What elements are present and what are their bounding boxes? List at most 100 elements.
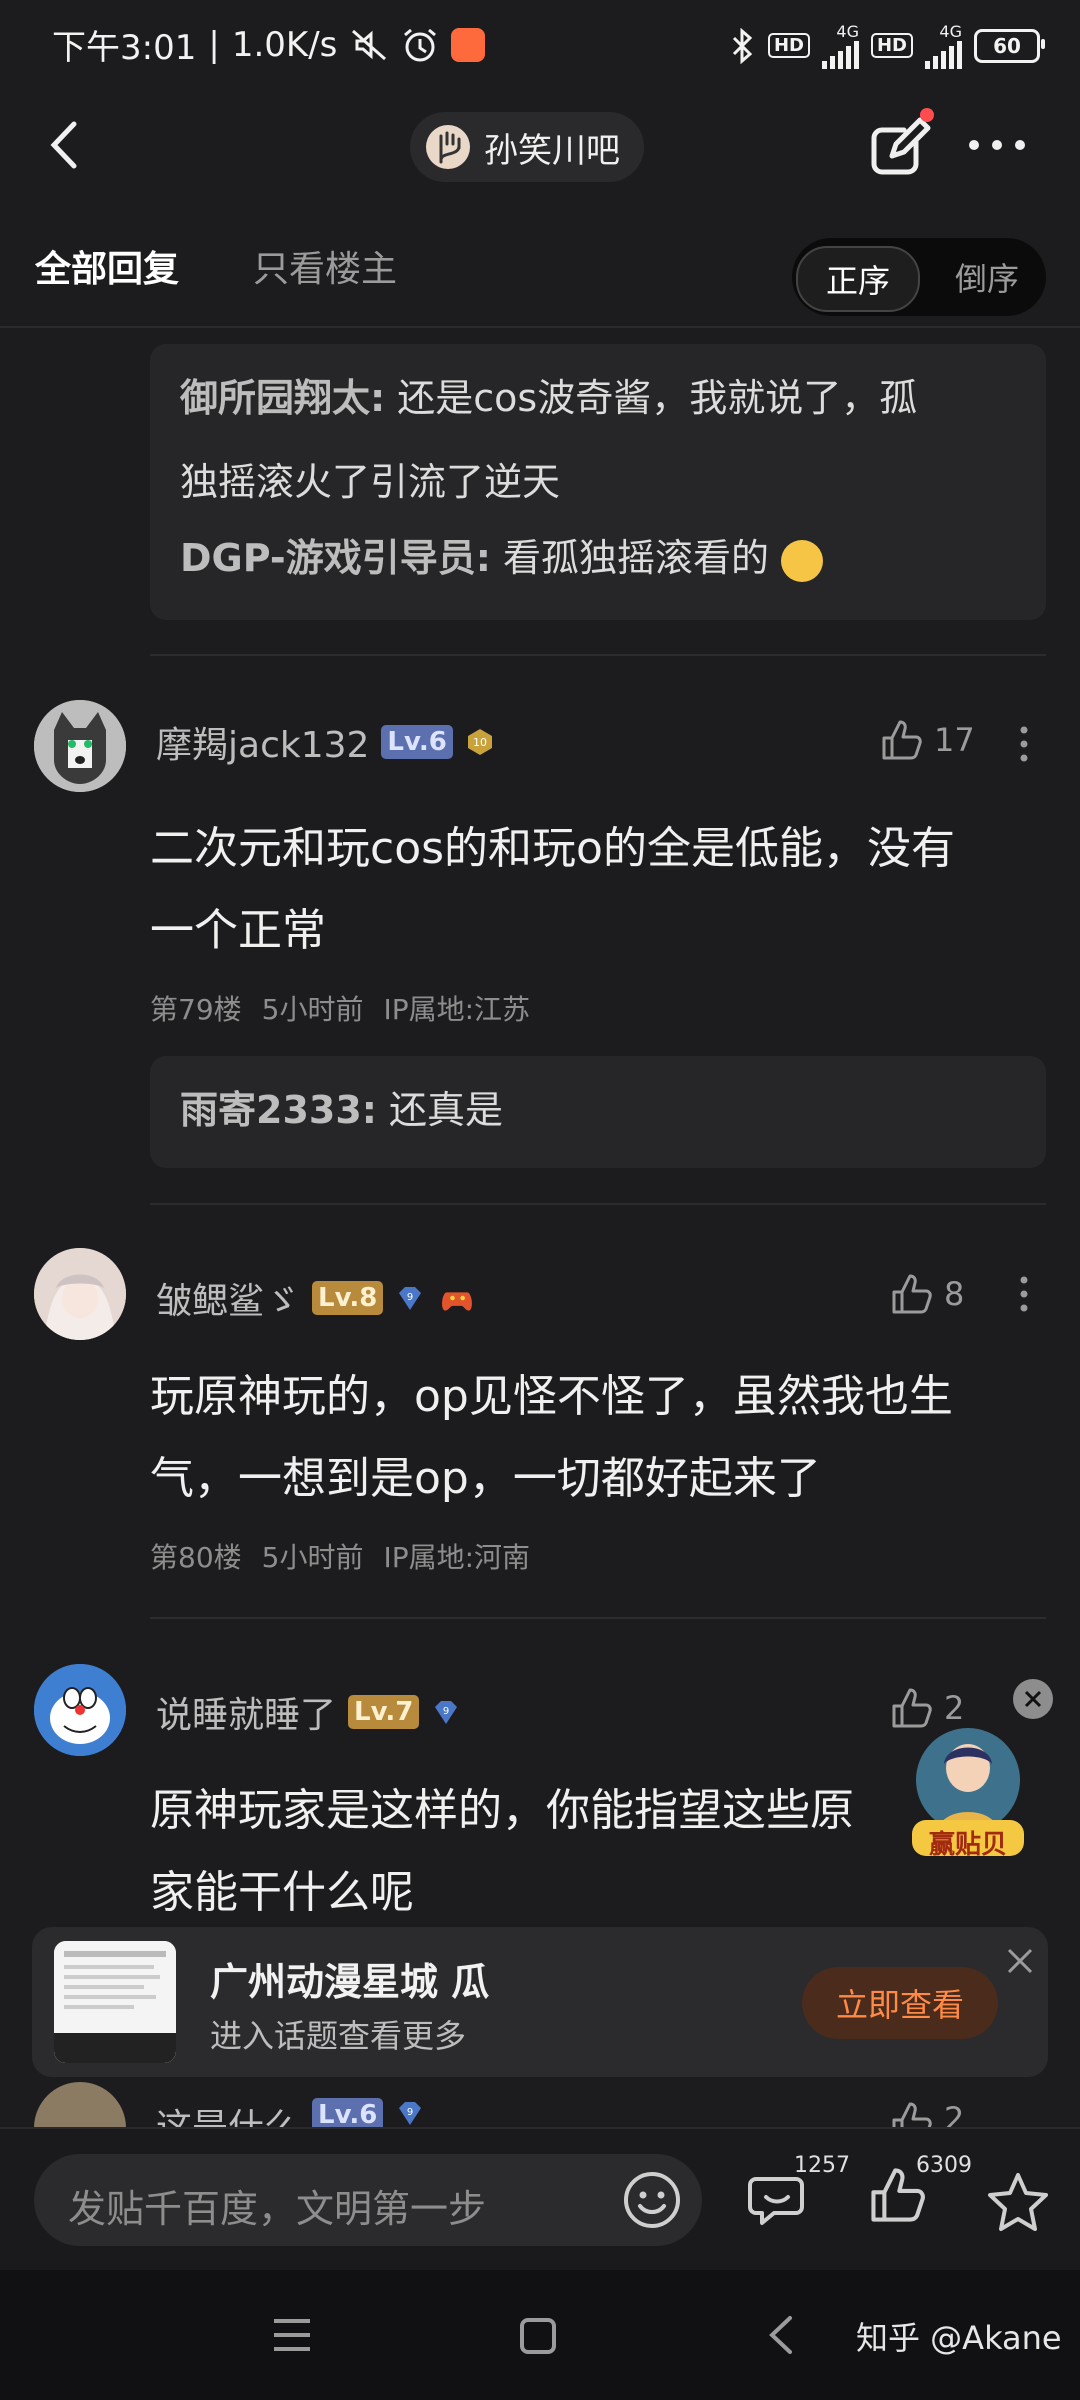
post-more-icon[interactable] xyxy=(1018,1274,1030,1314)
bottom-bar: 发贴千百度，文明第一步 1257 6309 xyxy=(0,2127,1080,2272)
level-badge: Lv.6 xyxy=(381,725,453,759)
post-meta: 第79楼 5小时前 IP属地:江苏 xyxy=(150,988,530,1028)
post-divider xyxy=(150,1617,1046,1619)
promo-close-button[interactable] xyxy=(1013,1679,1053,1719)
tab-op-only[interactable]: 只看楼主 xyxy=(253,240,397,292)
post-content[interactable]: 二次元和玩cos的和玩o的全是低能，没有 一个正常 xyxy=(150,808,955,972)
ip-location: IP属地:江苏 xyxy=(383,993,531,1026)
post-time: 5小时前 xyxy=(261,1541,364,1574)
sub-replies-box[interactable]: 雨寄2333: 还真是 xyxy=(150,1056,1046,1168)
order-descending[interactable]: 倒序 xyxy=(932,246,1042,308)
avatar[interactable] xyxy=(34,2082,126,2130)
avatar[interactable] xyxy=(34,1664,126,1756)
like-post-button[interactable]: 6309 xyxy=(868,2153,972,2231)
tab-all-replies[interactable]: 全部回复 xyxy=(35,240,179,292)
sub-reply-1: 御所园翔太: 还是cos波奇酱，我就说了，孤 xyxy=(180,376,918,420)
like-button[interactable]: 2 xyxy=(890,2100,964,2128)
username[interactable]: 说睡就睡了 xyxy=(156,1686,336,1738)
network-type-2: 4G xyxy=(939,22,962,41)
status-speed: 1.0K/s xyxy=(231,24,338,65)
post-header: 皱鳃鲨ゞ Lv.8 9 xyxy=(156,1272,477,1324)
post-header: 这是什么 Lv.6 9 xyxy=(156,2098,425,2128)
favorite-star-icon[interactable] xyxy=(986,2171,1050,2233)
watermark: 知乎 @Akane xyxy=(856,2319,1062,2357)
status-time: 下午3:01 xyxy=(52,28,197,68)
diamond-medal-icon: 9 xyxy=(399,2102,422,2125)
view-now-button[interactable]: 立即查看 xyxy=(802,1967,998,2039)
floor-number: 第79楼 xyxy=(150,993,242,1026)
sub-reply-2: DGP-游戏引导员: 看孤独摇滚看的 xyxy=(180,530,824,586)
svg-text:10: 10 xyxy=(473,736,487,749)
username[interactable]: 皱鳃鲨ゞ xyxy=(156,1272,300,1324)
edit-post-icon[interactable] xyxy=(864,112,934,182)
post-more-icon[interactable] xyxy=(1018,724,1030,764)
reply-input-placeholder: 发贴千百度，文明第一步 xyxy=(68,2187,487,2231)
reply-input[interactable]: 发贴千百度，文明第一步 xyxy=(34,2154,702,2246)
anime-girl-avatar-icon xyxy=(34,1248,126,1340)
notification-dot xyxy=(920,108,934,122)
forum-chip[interactable]: 孙笑川吧 xyxy=(410,112,644,182)
level-badge: Lv.6 xyxy=(312,2098,384,2128)
sub-replies-box[interactable]: 御所园翔太: 还是cos波奇酱，我就说了，孤 独摇滚火了引流了逆天 DGP-游戏… xyxy=(150,344,1046,620)
post-content[interactable]: 原神玩家是这样的，你能指望这些原 家能干什么呢 xyxy=(150,1770,854,1934)
tab-divider xyxy=(0,326,1080,328)
comment-button[interactable]: 1257 xyxy=(746,2153,850,2233)
like-button[interactable]: 17 xyxy=(880,718,975,762)
like-total: 6309 xyxy=(916,2153,972,2178)
topic-thumbnail xyxy=(54,1941,176,2063)
status-right: HD 4G HD 4G 60 xyxy=(728,22,1045,69)
home-square-icon[interactable] xyxy=(518,2316,558,2356)
promo-floating-badge[interactable]: 赢贴贝 xyxy=(898,1720,1038,1860)
status-left: 下午3:01 | 1.0K/s xyxy=(52,20,486,69)
hd-badge-2: HD xyxy=(870,33,913,58)
post-time: 5小时前 xyxy=(261,993,364,1026)
hand-icon xyxy=(439,131,461,164)
svg-text:9: 9 xyxy=(407,2107,413,2118)
post-content[interactable]: 玩原神玩的，op见怪不怪了，虽然我也生 气，一想到是op，一切都好起来了 xyxy=(150,1356,953,1520)
svg-text:9: 9 xyxy=(443,1706,449,1717)
battery-level: 60 xyxy=(993,33,1021,58)
system-back-icon[interactable] xyxy=(766,2314,796,2356)
username[interactable]: 摩羯jack132 xyxy=(156,716,369,768)
like-button[interactable]: 8 xyxy=(890,1272,964,1316)
emoji-icon[interactable] xyxy=(620,2168,684,2232)
topic-card[interactable]: 广州动漫星城 瓜 进入话题查看更多 立即查看 xyxy=(32,1927,1048,2077)
level-badge: Lv.7 xyxy=(348,1695,420,1729)
back-arrow-icon[interactable] xyxy=(40,110,90,180)
ip-location: IP属地:河南 xyxy=(383,1541,531,1574)
more-options-icon[interactable] xyxy=(962,125,1032,165)
menu-icon[interactable] xyxy=(270,2316,314,2354)
svg-text:9: 9 xyxy=(407,1292,413,1303)
forum-name: 孙笑川吧 xyxy=(484,130,620,171)
post-header: 说睡就睡了 Lv.7 9 xyxy=(156,1686,461,1738)
diamond-medal-icon: 9 xyxy=(399,1287,422,1310)
order-toggle[interactable]: 正序 倒序 xyxy=(792,238,1046,316)
thumbs-up-icon xyxy=(882,720,922,760)
avatar[interactable] xyxy=(34,1248,126,1340)
network-type-1: 4G xyxy=(836,22,859,41)
alarm-icon xyxy=(404,28,437,61)
topic-thumbnail-image xyxy=(54,1941,176,2063)
signal-icon-2 xyxy=(925,41,962,69)
topic-title: 广州动漫星城 瓜 xyxy=(210,1960,490,2004)
avatar[interactable] xyxy=(34,700,126,792)
post-divider xyxy=(150,654,1046,656)
close-icon[interactable] xyxy=(1004,1945,1036,1977)
smile-emoji-icon xyxy=(781,539,824,582)
floor-number: 第80楼 xyxy=(150,1541,242,1574)
sub-reply: 雨寄2333: 还真是 xyxy=(180,1088,504,1132)
like-count: 8 xyxy=(944,1275,965,1313)
order-ascending[interactable]: 正序 xyxy=(796,246,920,312)
comment-count: 1257 xyxy=(794,2153,850,2178)
bluetooth-icon xyxy=(732,27,753,64)
sub-reply-1-cont: 独摇滚火了引流了逆天 xyxy=(180,460,561,504)
username[interactable]: 这是什么 xyxy=(156,2098,300,2128)
like-count: 2 xyxy=(944,2100,965,2128)
app-notification-icon xyxy=(451,27,486,62)
topic-subtitle: 进入话题查看更多 xyxy=(210,2017,467,2055)
post-meta: 第80楼 5小时前 IP属地:河南 xyxy=(150,1536,530,1576)
status-bar: 下午3:01 | 1.0K/s HD 4G HD 4G 60 xyxy=(0,0,1080,90)
mute-icon xyxy=(352,29,387,60)
close-icon xyxy=(1024,1690,1042,1708)
forum-avatar xyxy=(426,125,470,169)
